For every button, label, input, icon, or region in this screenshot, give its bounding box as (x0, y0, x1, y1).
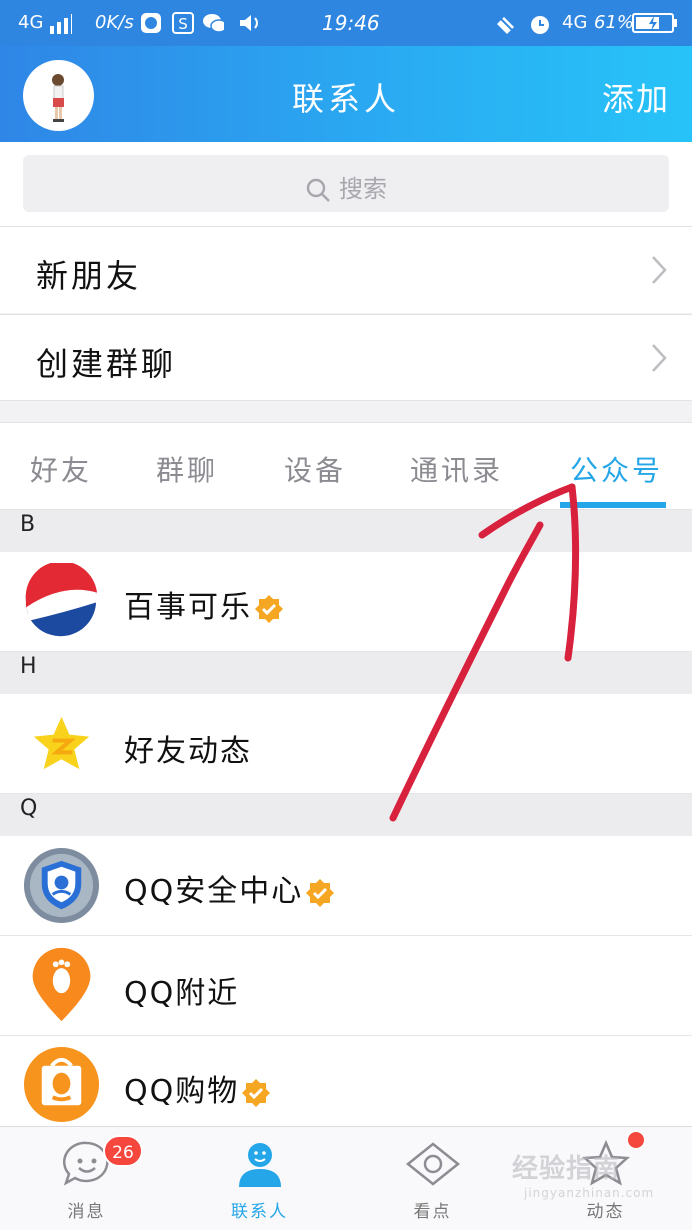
eye-icon (405, 1142, 460, 1186)
wechat-icon (203, 14, 224, 33)
verified-badge-icon (242, 1078, 271, 1107)
account-name: QQ附近 (124, 976, 240, 1011)
watermark-subtext: jingyanzhinan.com (524, 1186, 655, 1200)
account-name: 百事可乐 (124, 582, 284, 626)
list-item[interactable]: 百事可乐 (0, 552, 692, 652)
new-friends-row[interactable]: 新朋友 (0, 226, 692, 313)
search-section: 搜索 (0, 142, 692, 226)
alarm-icon (531, 16, 549, 34)
network-type-right: 4G (562, 12, 588, 33)
qq-security-shield-logo (23, 847, 100, 924)
tab-address-book[interactable]: 通讯录 (410, 449, 503, 489)
verified-badge-icon (306, 878, 335, 907)
signal-icon (50, 14, 72, 34)
vibrate-off-icon (495, 13, 516, 34)
contacts-tabs: 好友 群聊 设备 通讯录 公众号 (0, 422, 692, 510)
add-button[interactable]: 添加 (602, 74, 670, 120)
account-name-text: 百事可乐 (124, 590, 252, 625)
battery-icon (632, 13, 677, 33)
volume-icon (240, 15, 258, 31)
new-friends-label: 新朋友 (36, 257, 142, 295)
clock: 19:46 (322, 11, 380, 35)
nav-contacts[interactable]: 联系人 (173, 1127, 346, 1230)
nav-messages-label: 消息 (67, 1202, 106, 1222)
watermark: 经验指南 jingyanzhinan.com (512, 1148, 672, 1202)
chevron-right-icon (652, 256, 667, 284)
chevron-right-icon (652, 344, 667, 372)
app-header: 联系人 添加 (0, 46, 692, 142)
unread-count-badge: 26 (103, 1135, 143, 1167)
pepsi-logo (25, 563, 99, 640)
account-name-text: QQ购物 (124, 1074, 240, 1109)
section-header-h: H (0, 652, 692, 694)
status-bar: 4G 0K/s S 19:46 4G 61% (0, 0, 692, 46)
account-name: 好友动态 (124, 734, 252, 769)
qq-shopping-bag-logo (23, 1046, 100, 1123)
account-name: QQ安全中心 (124, 866, 335, 910)
list-item[interactable]: QQ购物 (0, 1036, 692, 1126)
browser-app-icon (141, 13, 161, 33)
s-app-icon: S (172, 12, 194, 34)
create-group-label: 创建群聊 (36, 345, 177, 383)
tab-groups[interactable]: 群聊 (156, 449, 218, 489)
network-type-left: 4G (18, 12, 44, 33)
create-group-row[interactable]: 创建群聊 (0, 314, 692, 401)
account-name: QQ购物 (124, 1066, 271, 1110)
search-icon (306, 178, 330, 202)
tab-devices[interactable]: 设备 (284, 449, 346, 489)
nav-watch-label: 看点 (413, 1202, 452, 1222)
nav-messages[interactable]: 消息 26 (0, 1127, 173, 1230)
section-header-q: Q (0, 794, 692, 836)
list-item[interactable]: QQ安全中心 (0, 836, 692, 936)
qq-nearby-footprint-logo (32, 947, 91, 1022)
nav-contacts-label: 联系人 (231, 1202, 288, 1222)
active-tab-indicator (560, 502, 666, 508)
page-title: 联系人 (291, 80, 400, 118)
list-item[interactable]: QQ附近 (0, 936, 692, 1036)
section-header-b: B (0, 510, 692, 552)
network-speed: 0K/s (95, 12, 134, 33)
qzone-star-logo (33, 716, 90, 770)
verified-badge-icon (255, 594, 283, 623)
account-name-text: QQ安全中心 (124, 874, 304, 909)
tab-public-accounts[interactable]: 公众号 (570, 449, 663, 489)
battery-percent: 61% (594, 12, 635, 33)
nav-watch[interactable]: 看点 (346, 1127, 519, 1230)
watermark-text: 经验指南 (512, 1154, 621, 1184)
notification-dot (628, 1132, 644, 1148)
tab-friends[interactable]: 好友 (30, 449, 92, 489)
search-input[interactable]: 搜索 (23, 155, 669, 212)
contacts-person-icon (238, 1143, 281, 1187)
search-placeholder-wrap: 搜索 (23, 169, 669, 204)
svg-text:S: S (178, 15, 188, 33)
list-item[interactable]: 好友动态 (0, 694, 692, 794)
search-placeholder: 搜索 (339, 175, 387, 203)
